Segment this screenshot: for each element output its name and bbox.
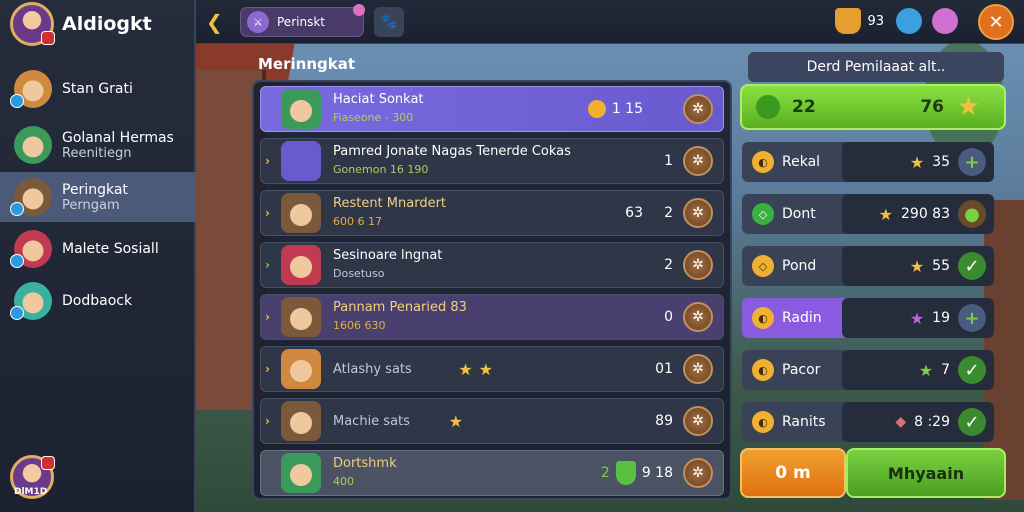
settings-gear-icon[interactable]: ✲ bbox=[683, 354, 713, 384]
chevron-right-icon: › bbox=[265, 206, 270, 220]
star-icon: ★ bbox=[956, 92, 980, 122]
tab-ranking[interactable]: ⚔ Perinskt bbox=[240, 4, 365, 37]
reward-icon: ◐ bbox=[752, 151, 774, 173]
star-icon: ★ bbox=[458, 359, 473, 379]
star-icon: ★ bbox=[909, 308, 925, 328]
hero-avatar-icon bbox=[281, 193, 321, 233]
settings-gear-icon[interactable]: ✲ bbox=[683, 458, 713, 488]
chevron-right-icon: › bbox=[265, 362, 270, 376]
hero-avatar-icon bbox=[10, 230, 52, 268]
resource-dice bbox=[896, 8, 922, 34]
resource-cup: 93 bbox=[835, 8, 884, 34]
reward-row[interactable]: ◇ Pond ★ 55 ✓ bbox=[742, 246, 994, 286]
settings-gear-icon[interactable]: ✲ bbox=[683, 302, 713, 332]
star-icon: ★ bbox=[909, 256, 925, 276]
sidebar-item-4[interactable]: Dodbaock bbox=[0, 276, 196, 326]
close-button[interactable]: ✕ bbox=[978, 4, 1014, 40]
check-icon[interactable]: ✓ bbox=[958, 356, 986, 384]
notification-dot bbox=[353, 4, 365, 16]
chevron-right-icon: › bbox=[265, 414, 270, 428]
trophy-icon bbox=[587, 100, 606, 118]
reward-row[interactable]: ◐ Pacor ★ 7 ✓ bbox=[742, 350, 994, 390]
reward-row[interactable]: ◇ Dont ★ 290 83 ● bbox=[742, 194, 994, 234]
back-arrow-icon[interactable]: ❮ bbox=[206, 10, 223, 34]
hero-avatar-icon bbox=[281, 349, 321, 389]
hero-avatar-icon bbox=[281, 297, 321, 337]
action-buttons: 0 m Mhyaain bbox=[740, 448, 1006, 498]
cup-icon bbox=[835, 8, 862, 34]
reward-row[interactable]: ◐ Radin ★ 19 + bbox=[742, 298, 994, 338]
star-icon: ★ bbox=[909, 152, 925, 172]
reward-row[interactable]: ◐ Ranits ◆ 8 :29 ✓ bbox=[742, 402, 994, 442]
settings-gear-icon[interactable]: ✲ bbox=[683, 198, 713, 228]
shield-icon bbox=[281, 141, 321, 181]
rewards-title: Derd Pemilaaat alt.. bbox=[748, 52, 1004, 82]
star-icon: ★ bbox=[878, 204, 893, 224]
leaderboard-row[interactable]: › Pannam Penaried 83 1606 630 0 ✲ bbox=[260, 294, 724, 340]
check-icon[interactable]: ✓ bbox=[958, 252, 986, 280]
reward-icon: ◐ bbox=[752, 359, 774, 381]
player-badge: DlM1D bbox=[14, 487, 48, 497]
leaderboard-row-self[interactable]: Dortshmk 400 29 18 ✲ bbox=[260, 450, 724, 496]
leaderboard-row[interactable]: › Machie sats ★ 89 ✲ bbox=[260, 398, 724, 444]
hero-avatar-icon bbox=[10, 70, 52, 108]
shield-icon bbox=[615, 461, 636, 485]
hero-avatar-icon bbox=[281, 453, 321, 493]
plus-icon[interactable]: + bbox=[958, 148, 986, 176]
sidebar-item-0[interactable]: Stan Grati bbox=[0, 64, 196, 114]
dice-icon bbox=[896, 8, 922, 34]
plus-icon[interactable]: + bbox=[958, 304, 986, 332]
chevron-right-icon: › bbox=[265, 154, 270, 168]
hero-avatar-icon bbox=[281, 401, 321, 441]
gem-icon bbox=[932, 8, 958, 34]
paw-button[interactable]: 🐾 bbox=[374, 7, 404, 37]
avatar[interactable] bbox=[10, 2, 55, 46]
settings-gear-icon[interactable]: ✲ bbox=[683, 146, 713, 176]
hero-avatar-icon bbox=[10, 282, 52, 320]
resource-gem bbox=[932, 8, 958, 34]
settings-gear-icon[interactable]: ✲ bbox=[683, 94, 713, 124]
swords-icon: ⚔ bbox=[247, 11, 269, 33]
shield-icon: ◇ bbox=[752, 203, 774, 225]
hero-avatar-icon bbox=[10, 178, 52, 216]
reward-row[interactable]: ◐ Rekal ★ 35 + bbox=[742, 142, 994, 182]
star-icon: ★ bbox=[478, 359, 493, 379]
leaderboard-row[interactable]: › Sesinoare lngnat Dosetuso 2 ✲ bbox=[260, 242, 724, 288]
leaderboard-row[interactable]: › Restent Mnardert 600 6 17 63 2 ✲ bbox=[260, 190, 724, 236]
leaderboard-list: Haciat Sonkat Fiaseone - 300 1 15 ✲ › Pa… bbox=[252, 80, 732, 500]
hero-avatar-icon bbox=[14, 126, 52, 164]
app-title: Aldiogkt bbox=[62, 13, 152, 35]
hero-avatar-icon bbox=[281, 245, 321, 285]
confirm-button[interactable]: Mhyaain bbox=[846, 448, 1006, 498]
leaderboard-title: Merinngkat bbox=[258, 55, 356, 73]
check-icon[interactable]: ✓ bbox=[958, 408, 986, 436]
leaderboard-row[interactable]: › Pamred Jonate Nagas Tenerde Cokas Gone… bbox=[260, 138, 724, 184]
leaderboard-row[interactable]: › Atlashy sats ★ ★ 01 ✲ bbox=[260, 346, 724, 392]
hero-avatar-icon bbox=[281, 89, 321, 129]
chevron-right-icon: › bbox=[265, 258, 270, 272]
settings-gear-icon[interactable]: ✲ bbox=[683, 406, 713, 436]
reward-icon: ◐ bbox=[752, 307, 774, 329]
shield-icon: ◇ bbox=[752, 255, 774, 277]
leaf-icon bbox=[756, 95, 780, 119]
star-icon: ★ bbox=[448, 411, 463, 431]
chevron-right-icon: › bbox=[265, 310, 270, 324]
star-icon: ★ bbox=[918, 360, 934, 380]
sidebar-item-3[interactable]: Malete Sosiall bbox=[0, 224, 196, 274]
leaderboard-row[interactable]: Haciat Sonkat Fiaseone - 300 1 15 ✲ bbox=[260, 86, 724, 132]
gem-icon: ◆ bbox=[895, 414, 907, 430]
orange-button[interactable]: 0 m bbox=[740, 448, 846, 498]
rewards-top-bar[interactable]: 22 76 ★ bbox=[740, 84, 1006, 130]
settings-gear-icon[interactable]: ✲ bbox=[683, 250, 713, 280]
notification-badge bbox=[41, 31, 55, 45]
sidebar-header: Aldiogkt bbox=[10, 2, 152, 46]
bread-icon[interactable]: ● bbox=[958, 200, 986, 228]
reward-icon: ◐ bbox=[752, 411, 774, 433]
sidebar-item-2[interactable]: Peringkat Perngam bbox=[0, 172, 196, 222]
sidebar-item-1[interactable]: Golanal Hermas Reenitiegn bbox=[0, 120, 196, 170]
rewards-panel: Derd Pemilaaat alt.. 22 76 ★ ◐ Rekal ★ 35 +… bbox=[740, 52, 1006, 504]
sidebar: Aldiogkt Stan Grati Golanal Hermas Reenit… bbox=[0, 0, 196, 512]
